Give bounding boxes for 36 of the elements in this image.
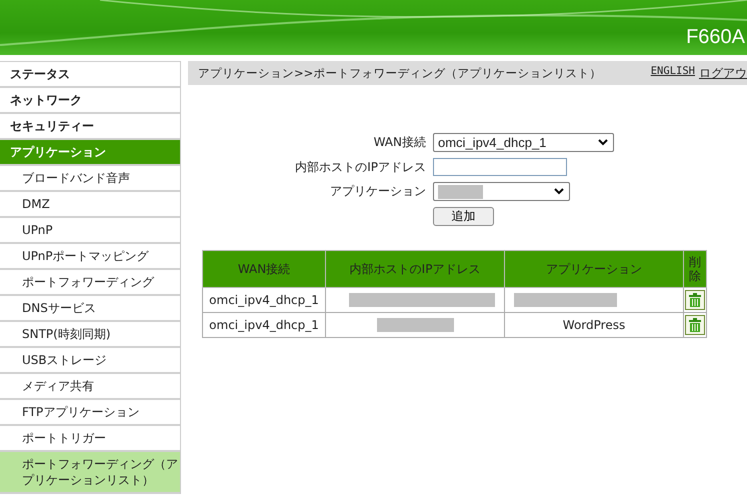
table-cell: WordPress	[504, 312, 684, 338]
breadcrumb: アプリケーション>>ポートフォワーディング（アプリケーションリスト）	[198, 66, 602, 80]
nav-item[interactable]: アプリケーション	[0, 140, 180, 166]
table-cell: omci_ipv4_dhcp_1	[202, 288, 326, 312]
field-label: WAN接続	[372, 134, 426, 151]
trash-icon[interactable]	[685, 315, 705, 335]
nav-item[interactable]: FTPアプリケーション	[0, 400, 180, 426]
nav-item[interactable]: UPnPポートマッピング	[0, 244, 180, 270]
header-link[interactable]: ENGLISH	[650, 64, 695, 82]
header-link[interactable]: ログアウ	[699, 64, 747, 82]
caret-icon	[554, 188, 564, 195]
field-label: アプリケーション	[329, 183, 426, 200]
nav-item[interactable]: メディア共有	[0, 374, 180, 400]
field-label: 内部ホストのIPアドレス	[294, 158, 426, 176]
input-field[interactable]	[433, 158, 567, 176]
nav-item[interactable]: ネットワーク	[0, 88, 180, 114]
dropdown[interactable]	[433, 182, 570, 201]
column-header: WAN接続	[202, 250, 326, 288]
nav-item[interactable]: ブロードバンド音声	[0, 166, 180, 192]
add-button[interactable]: 追加	[433, 207, 494, 226]
caret-icon	[598, 139, 608, 146]
column-header: アプリケーション	[504, 250, 684, 288]
nav-item[interactable]: USBストレージ	[0, 348, 180, 374]
nav-item[interactable]: ポートフォワーディング	[0, 270, 180, 296]
column-header: 内部ホストのIPアドレス	[326, 250, 505, 288]
trash-icon[interactable]	[685, 290, 705, 310]
nav-item[interactable]: ポートフォワーディング（アプリケーションリスト）	[0, 452, 180, 494]
nav-item[interactable]: SNTP(時刻同期)	[0, 322, 180, 348]
dropdown[interactable]: omci_ipv4_dhcp_1	[433, 133, 614, 152]
column-header: 削除	[684, 250, 706, 288]
model-name: F660A	[686, 26, 745, 49]
table-cell: omci_ipv4_dhcp_1	[202, 312, 326, 338]
nav-item[interactable]: ステータス	[0, 62, 180, 88]
nav-item[interactable]: DNSサービス	[0, 296, 180, 322]
nav-item[interactable]: UPnP	[0, 218, 180, 244]
nav-item[interactable]: DMZ	[0, 192, 180, 218]
